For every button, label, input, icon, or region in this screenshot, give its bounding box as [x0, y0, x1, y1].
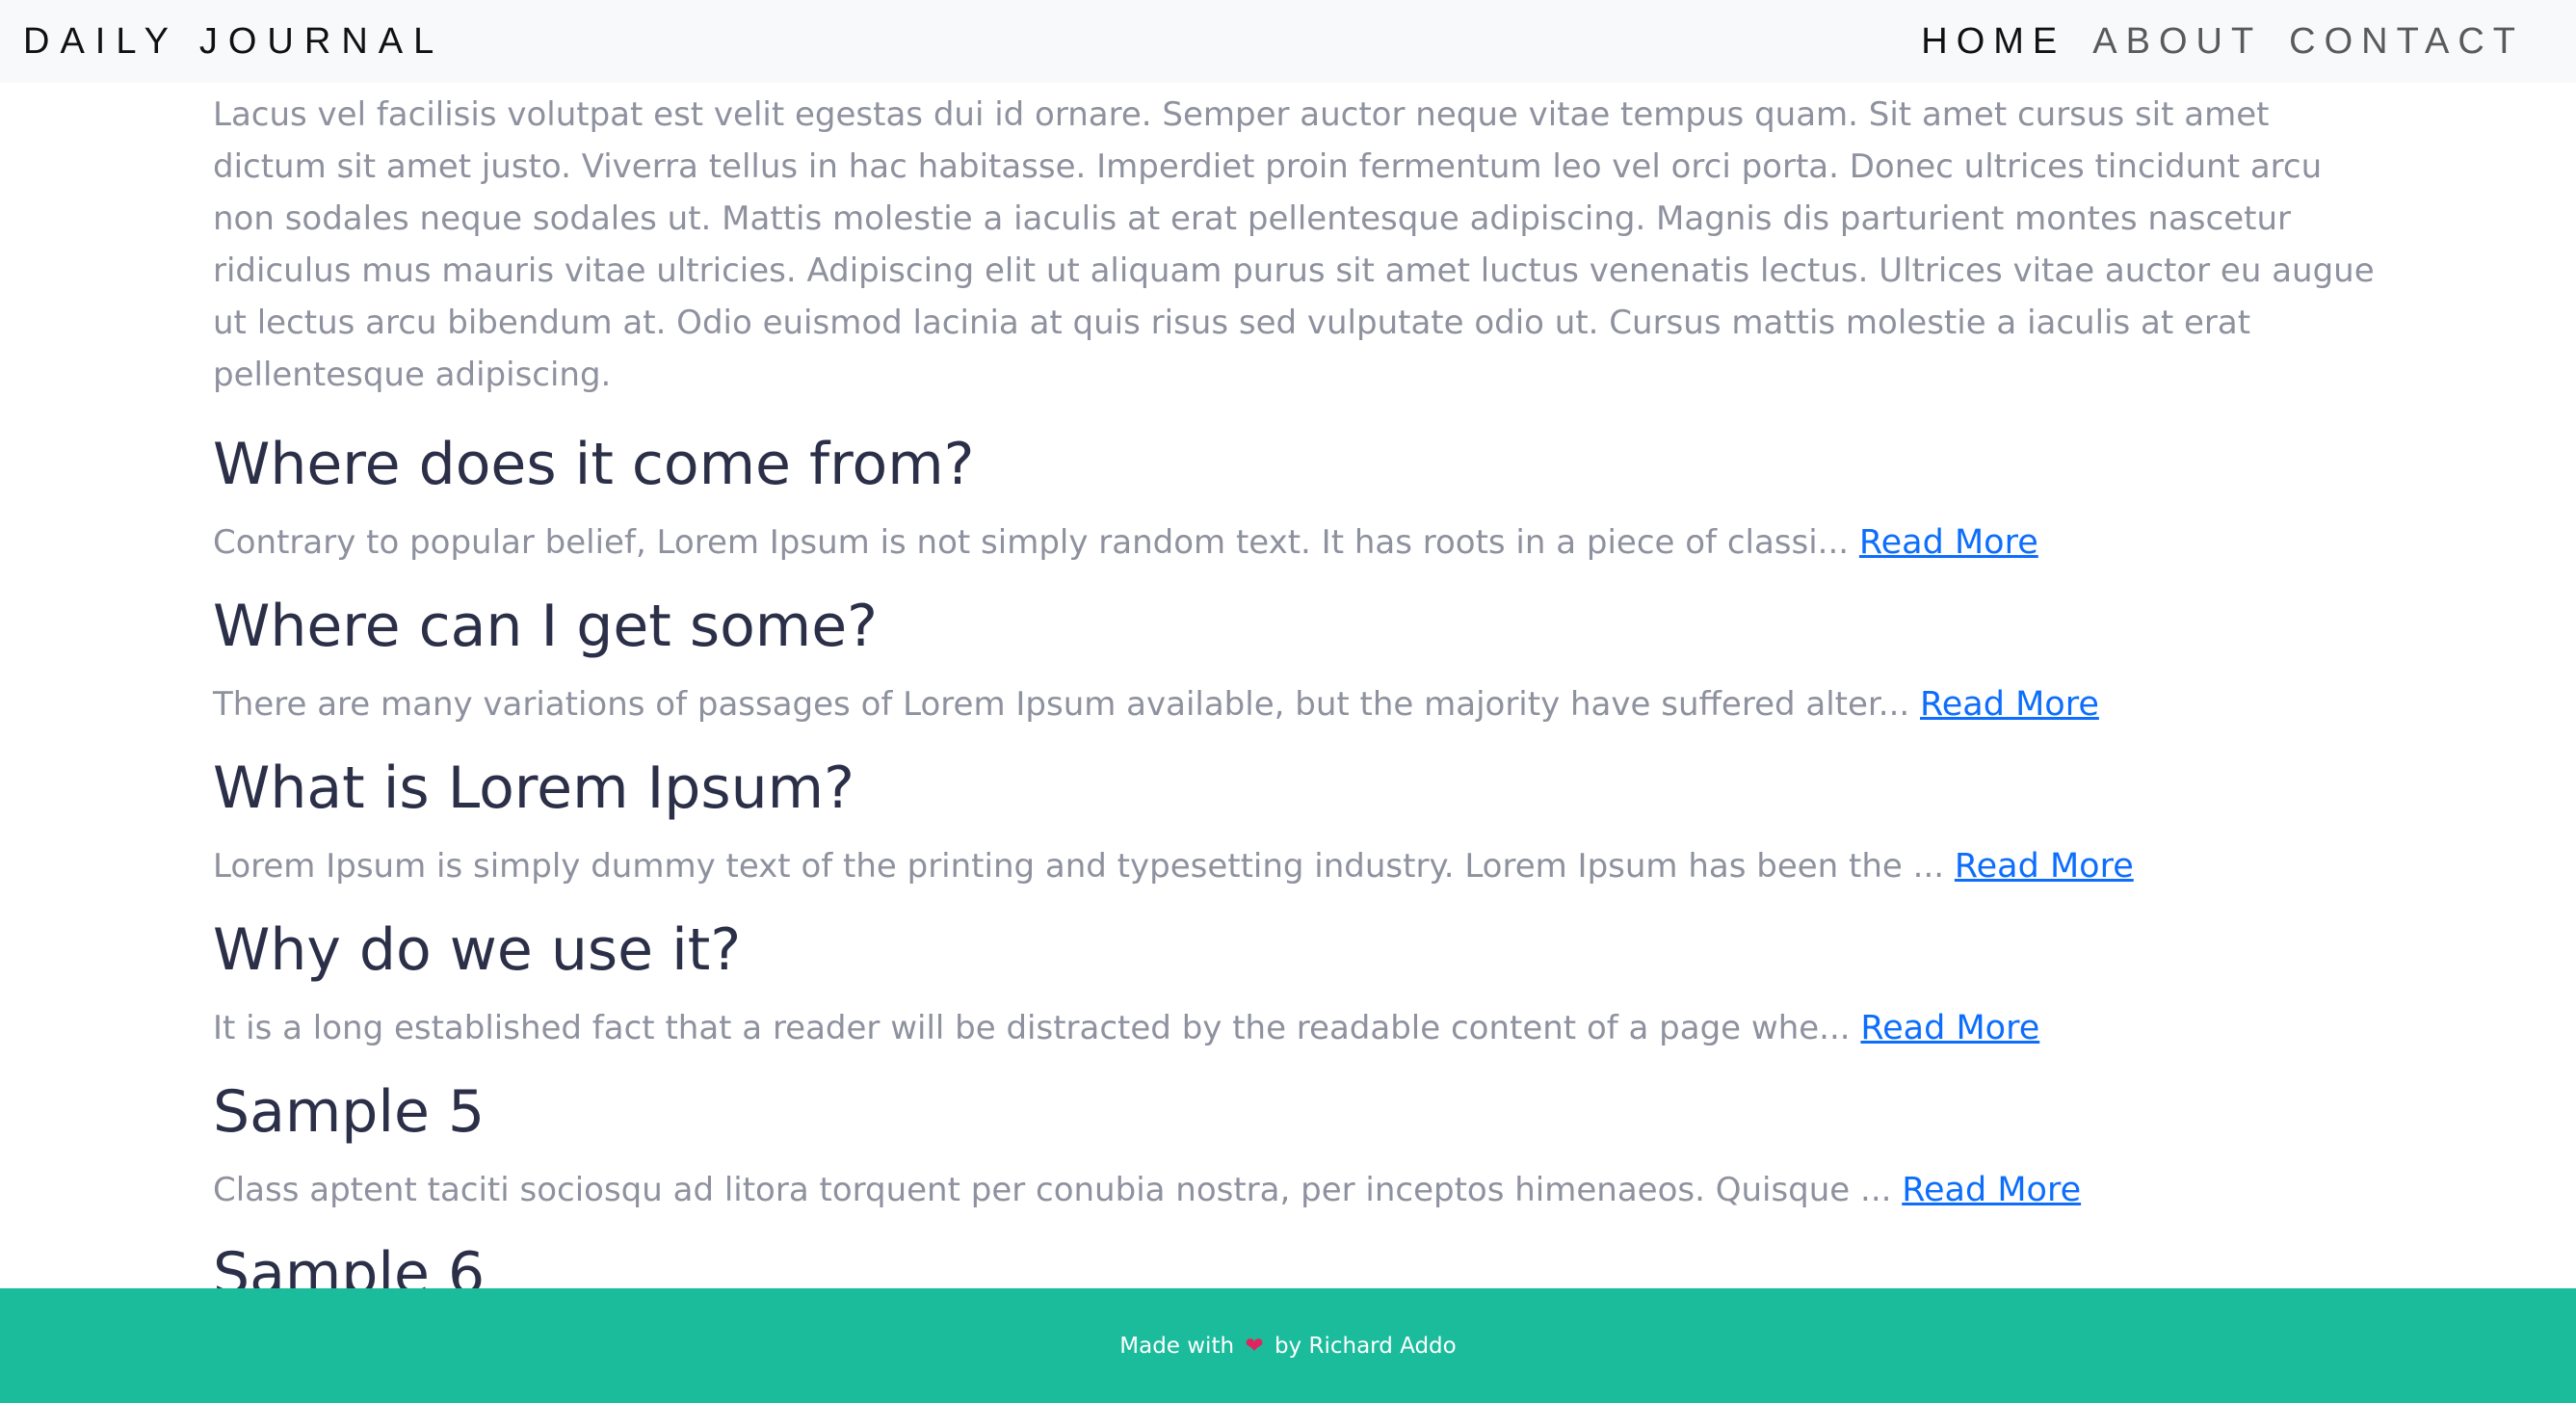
read-more-link[interactable]: Read More [1860, 1009, 2039, 1047]
intro-paragraph: Lacus vel facilisis volutpat est velit e… [213, 95, 2375, 394]
footer-prefix: Made with [1119, 1333, 1235, 1359]
post-excerpt-text: It is a long established fact that a rea… [213, 1009, 1851, 1047]
footer: Made with ❤ by Richard Addo [0, 1288, 2576, 1403]
read-more-link[interactable]: Read More [1902, 1171, 2081, 1209]
brand-logo[interactable]: DAILY JOURNAL [23, 21, 444, 63]
post-item: Why do we use it? It is a long establish… [213, 915, 2390, 1048]
post-item: What is Lorem Ipsum? Lorem Ipsum is simp… [213, 754, 2390, 887]
post-excerpt-text: There are many variations of passages of… [213, 685, 1910, 724]
footer-credit: Made with ❤ by Richard Addo [1119, 1334, 1456, 1359]
read-more-link[interactable]: Read More [1920, 685, 2099, 724]
post-title: Sample 5 [213, 1078, 486, 1146]
post-excerpt: It is a long established fact that a rea… [213, 1008, 2390, 1048]
post-item: Where does it come from? Contrary to pop… [213, 430, 2390, 563]
nav-contact-link[interactable]: CONTACT [2289, 21, 2524, 63]
post-title: Why do we use it? [213, 916, 742, 984]
post-excerpt-text: Class aptent taciti sociosqu ad litora t… [213, 1171, 1892, 1209]
post-excerpt: Lorem Ipsum is simply dummy text of the … [213, 846, 2390, 887]
heart-icon: ❤ [1245, 1333, 1264, 1359]
nav-links: HOME ABOUT CONTACT [1921, 21, 2524, 63]
post-excerpt: Contrary to popular belief, Lorem Ipsum … [213, 522, 2390, 563]
post-title: What is Lorem Ipsum? [213, 754, 854, 822]
post-excerpt-text: Lorem Ipsum is simply dummy text of the … [213, 847, 1945, 886]
nav-home-link[interactable]: HOME [1921, 21, 2065, 63]
post-excerpt-text: Contrary to popular belief, Lorem Ipsum … [213, 523, 1850, 562]
post-item: Where can I get some? There are many var… [213, 592, 2390, 725]
footer-author: by Richard Addo [1274, 1333, 1457, 1359]
post-excerpt: There are many variations of passages of… [213, 684, 2390, 725]
post-title: Where can I get some? [213, 593, 878, 660]
post-excerpt: Class aptent taciti sociosqu ad litora t… [213, 1170, 2390, 1210]
post-title: Where does it come from? [213, 431, 975, 498]
post-item: Sample 5 Class aptent taciti sociosqu ad… [213, 1077, 2390, 1210]
navbar: DAILY JOURNAL HOME ABOUT CONTACT [0, 0, 2576, 83]
read-more-link[interactable]: Read More [1955, 847, 2134, 886]
nav-about-link[interactable]: ABOUT [2092, 21, 2262, 63]
main-content: Lacus vel facilisis volutpat est velit e… [213, 83, 2390, 1309]
read-more-link[interactable]: Read More [1859, 523, 2038, 562]
